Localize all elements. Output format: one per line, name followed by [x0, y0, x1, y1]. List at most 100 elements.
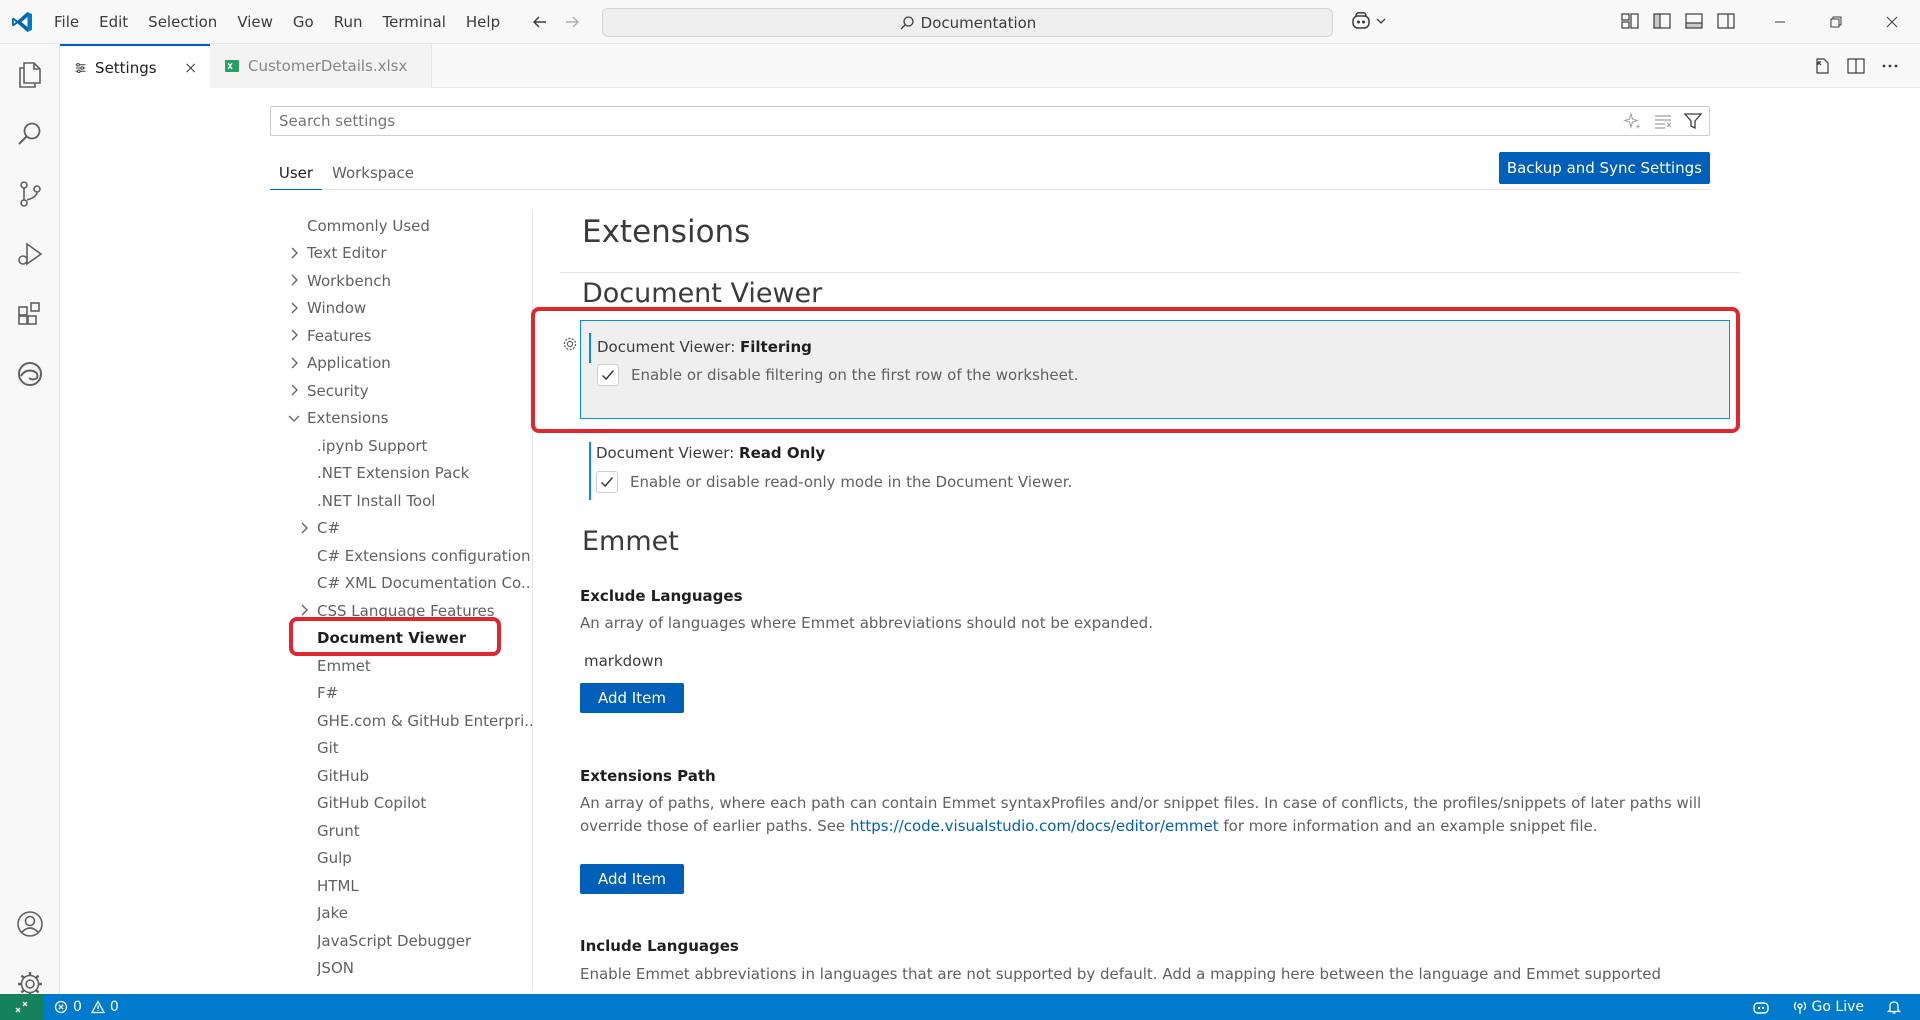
- read-only-checkbox[interactable]: [596, 471, 618, 493]
- more-actions-icon[interactable]: [1880, 56, 1900, 76]
- source-control-button[interactable]: [0, 164, 60, 224]
- split-editor-icon[interactable]: [1846, 56, 1866, 76]
- close-icon[interactable]: [185, 61, 196, 75]
- toc-item[interactable]: Gulp: [270, 845, 532, 872]
- toc-item[interactable]: Application: [270, 350, 532, 377]
- description-text: override those of earlier paths. See: [580, 817, 850, 835]
- toc-item[interactable]: Emmet: [270, 652, 532, 679]
- toc-item[interactable]: Security: [270, 377, 532, 404]
- tab-settings[interactable]: Settings: [60, 44, 210, 89]
- menu-view[interactable]: View: [227, 0, 283, 44]
- setting-description: Enable or disable read-only mode in the …: [630, 473, 1073, 491]
- filter-icon[interactable]: [1683, 111, 1703, 131]
- command-center[interactable]: Documentation: [602, 8, 1333, 37]
- toc-item[interactable]: GitHub Copilot: [270, 790, 532, 817]
- toc-item[interactable]: GitHub: [270, 762, 532, 789]
- chevron-down-icon[interactable]: [286, 410, 302, 426]
- menu-terminal[interactable]: Terminal: [373, 0, 456, 44]
- tab-user[interactable]: User: [270, 160, 322, 190]
- menu-edit[interactable]: Edit: [89, 0, 138, 44]
- setting-document-viewer-read-only[interactable]: Document Viewer: Read Only Enable or dis…: [580, 430, 1730, 500]
- toc-item[interactable]: C#: [270, 515, 532, 542]
- tab-workspace[interactable]: Workspace: [332, 160, 422, 190]
- ai-sparkle-icon[interactable]: [1623, 111, 1643, 131]
- setting-emmet-include-languages[interactable]: Include Languages Enable Emmet abbreviat…: [580, 930, 1730, 990]
- chevron-right-icon[interactable]: [296, 602, 312, 618]
- toc-item[interactable]: Extensions: [270, 405, 532, 432]
- toc-item-label: F#: [317, 684, 339, 702]
- back-arrow-icon[interactable]: [530, 10, 550, 34]
- close-window-button[interactable]: [1864, 0, 1920, 44]
- menu-run[interactable]: Run: [324, 0, 373, 44]
- menu-go[interactable]: Go: [283, 0, 324, 44]
- toc-item[interactable]: JSON: [270, 955, 532, 982]
- toc-item[interactable]: CSS Language Features: [270, 597, 532, 624]
- toc-item[interactable]: Commonly Used: [270, 212, 532, 239]
- forward-arrow-icon[interactable]: [562, 10, 582, 34]
- explorer-button[interactable]: [0, 44, 60, 104]
- go-live-button[interactable]: Go Live: [1792, 999, 1864, 1015]
- edge-devtools-button[interactable]: [0, 344, 60, 404]
- open-settings-json-icon[interactable]: [1812, 56, 1832, 76]
- menu-file[interactable]: File: [44, 0, 89, 44]
- setting-emmet-extensions-path[interactable]: Extensions Path An array of paths, where…: [580, 760, 1730, 910]
- accounts-button[interactable]: [0, 894, 60, 954]
- toggle-panel-icon[interactable]: [1684, 11, 1704, 31]
- toc-item[interactable]: JavaScript Debugger: [270, 927, 532, 954]
- filtering-checkbox[interactable]: [597, 364, 619, 386]
- toc-item[interactable]: Grunt: [270, 817, 532, 844]
- extensions-button[interactable]: [0, 284, 60, 344]
- restore-button[interactable]: [1808, 0, 1864, 44]
- chevron-right-icon[interactable]: [286, 300, 302, 316]
- search-input[interactable]: [271, 107, 1571, 135]
- problems-indicator[interactable]: 0 0: [54, 994, 119, 1020]
- list-item[interactable]: markdown: [584, 652, 663, 670]
- toc-item[interactable]: Jupyter: [270, 982, 532, 991]
- description-text: for more information and an example snip…: [1218, 817, 1598, 835]
- toc-item[interactable]: Text Editor: [270, 240, 532, 267]
- setting-description: An array of languages where Emmet abbrev…: [580, 614, 1153, 632]
- toc-item[interactable]: HTML: [270, 872, 532, 899]
- menu-help[interactable]: Help: [456, 0, 510, 44]
- customize-layout-icon[interactable]: [1620, 11, 1640, 31]
- gear-icon[interactable]: [561, 335, 579, 353]
- chevron-right-icon[interactable]: [286, 245, 302, 261]
- notifications-bell-icon[interactable]: [1886, 999, 1902, 1015]
- remote-indicator[interactable]: [0, 994, 44, 1020]
- toc-item[interactable]: GHE.com & GitHub Enterpri...: [270, 707, 532, 734]
- toc-item[interactable]: C# XML Documentation Co...: [270, 570, 532, 597]
- chevron-right-icon[interactable]: [286, 272, 302, 288]
- toc-item[interactable]: F#: [270, 680, 532, 707]
- emmet-docs-link[interactable]: https://code.visualstudio.com/docs/edito…: [850, 817, 1219, 835]
- toggle-secondary-sidebar-icon[interactable]: [1716, 11, 1736, 31]
- toc-item[interactable]: .NET Install Tool: [270, 487, 532, 514]
- toc-item[interactable]: .NET Extension Pack: [270, 460, 532, 487]
- menu-selection[interactable]: Selection: [138, 0, 227, 44]
- toc-item[interactable]: C# Extensions configuration: [270, 542, 532, 569]
- toc-item[interactable]: Git: [270, 735, 532, 762]
- run-debug-button[interactable]: [0, 224, 60, 284]
- tab-customerdetails[interactable]: CustomerDetails.xlsx: [210, 44, 432, 88]
- setting-document-viewer-filtering[interactable]: Document Viewer: Filtering Enable or dis…: [563, 320, 1730, 419]
- backup-sync-button[interactable]: Backup and Sync Settings: [1498, 152, 1710, 184]
- toc-item[interactable]: Document Viewer: [270, 625, 532, 652]
- chevron-right-icon[interactable]: [286, 327, 302, 343]
- toc-item[interactable]: Workbench: [270, 267, 532, 294]
- setting-name: Extensions Path: [580, 767, 716, 785]
- chevron-right-icon[interactable]: [286, 382, 302, 398]
- add-item-button[interactable]: Add Item: [580, 864, 684, 894]
- copilot-icon[interactable]: [1752, 998, 1770, 1016]
- chevron-right-icon[interactable]: [296, 520, 312, 536]
- toc-item[interactable]: Jake: [270, 900, 532, 927]
- toc-item[interactable]: .ipynb Support: [270, 432, 532, 459]
- copilot-menu[interactable]: [1350, 10, 1387, 32]
- search-view-button[interactable]: [0, 104, 60, 164]
- add-item-button[interactable]: Add Item: [580, 683, 684, 713]
- toc-item[interactable]: Features: [270, 322, 532, 349]
- toggle-primary-sidebar-icon[interactable]: [1652, 11, 1672, 31]
- toc-item[interactable]: Window: [270, 295, 532, 322]
- clear-filter-icon[interactable]: [1653, 111, 1673, 131]
- minimize-button[interactable]: [1752, 0, 1808, 44]
- chevron-right-icon[interactable]: [286, 355, 302, 371]
- setting-emmet-exclude-languages[interactable]: Exclude Languages An array of languages …: [580, 580, 1730, 730]
